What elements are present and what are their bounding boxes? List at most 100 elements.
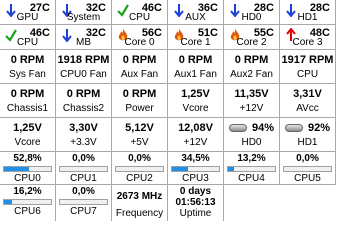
temp-label: GPU [16, 12, 39, 23]
temp-label: HD1 [297, 12, 318, 23]
reading-cell[interactable]: 3,31V AVcc [280, 84, 336, 117]
temp-cell[interactable]: 32C MB [56, 25, 112, 49]
reading-cell[interactable]: 92% HD1 [280, 118, 336, 151]
temp-cell[interactable]: 32C System [56, 0, 112, 24]
temp-label: MB [76, 37, 91, 48]
reading-value: 0 RPM [66, 88, 101, 100]
reading-label: Chassis2 [62, 103, 105, 114]
cpu-load-value: 0,0% [72, 186, 95, 197]
reading-cell[interactable]: 0 RPM Aux Fan [112, 50, 168, 83]
cpu-load-cell[interactable]: 0,0% CPU7 [56, 185, 112, 221]
reading-label: HD1 [297, 137, 318, 148]
temp-cell[interactable]: 36C AUX [168, 0, 224, 24]
reading-value: 1918 RPM [57, 54, 110, 66]
reading-cell[interactable]: 5,12V +5V [112, 118, 168, 151]
cpu-load-bar-fill [4, 200, 12, 204]
reading-value: 1917 RPM [281, 54, 334, 66]
cpu-label: CPU6 [14, 206, 41, 217]
cpu-load-value: 52,8% [13, 153, 42, 164]
temp-label: System [66, 12, 101, 23]
reading-cell[interactable]: 1917 RPM CPU [280, 50, 336, 83]
reading-cell[interactable]: 11,35V +12V [224, 84, 280, 117]
reading-cell[interactable]: 1918 RPM CPU0 Fan [56, 50, 112, 83]
disk-icon [285, 124, 303, 132]
temp-cell[interactable]: 28C HD1 [280, 0, 336, 24]
info-cell[interactable]: 2673 MHz Frequency [112, 185, 168, 221]
cpu-load-cell[interactable]: 0,0% CPU5 [280, 152, 336, 184]
frequency-value: 2673 MHz [116, 191, 163, 202]
cpu-load-cell[interactable]: 13,2% CPU4 [224, 152, 280, 184]
reading-label: Aux2 Fan [230, 69, 273, 80]
reading-value: 1,25V [181, 88, 210, 100]
reading-value: 5,12V [125, 122, 154, 134]
reading-row: 0 RPM Chassis1 0 RPM Chassis2 0 RPM Power 1,25… [0, 84, 336, 118]
temp-cell[interactable]: 28C HD0 [224, 0, 280, 24]
reading-value: 3,31V [293, 88, 322, 100]
reading-cell[interactable]: 0 RPM Power [112, 84, 168, 117]
reading-cell[interactable]: 0 RPM Sys Fan [0, 50, 56, 83]
temp-cell[interactable]: 27C GPU [0, 0, 56, 24]
cpu-load-cell[interactable]: 34,5% CPU3 [168, 152, 224, 184]
reading-label: Vcore [182, 103, 209, 114]
temp-row: 27C GPU 32C System 46C CPU 36C AUX 28C HD0 28C HD1 [0, 0, 336, 25]
cpu-load-bar [227, 166, 276, 172]
cpu-label: CPU2 [126, 173, 153, 184]
temp-cell[interactable]: 46C CPU [112, 0, 168, 24]
cpu-load-cell[interactable]: 0,0% CPU1 [56, 152, 112, 184]
temp-label: Core 2 [236, 37, 267, 48]
cpu-load-bar [283, 166, 332, 172]
temp-cell[interactable]: 46C CPU [0, 25, 56, 49]
reading-label: Sys Fan [9, 69, 46, 80]
temp-cell[interactable]: 55C Core 2 [224, 25, 280, 49]
cpu-load-cell[interactable]: 16,2% CPU6 [0, 185, 56, 221]
uptime-label: Uptime [179, 208, 212, 219]
disk-value: 92% [307, 122, 330, 134]
reading-label: Chassis1 [6, 103, 49, 114]
reading-cell[interactable]: 12,08V +12V [168, 118, 224, 151]
reading-cell[interactable]: 1,25V Vcore [168, 84, 224, 117]
uptime-value: 0 days 01:56:13 [175, 186, 216, 208]
reading-value: 3,30V [69, 122, 98, 134]
reading-label: CPU [296, 69, 319, 80]
sensor-grid: 27C GPU 32C System 46C CPU 36C AUX 28C HD0 28C HD1 4… [0, 0, 336, 221]
reading-row: 1,25V Vcore 3,30V +3.3V 5,12V +5V 12,08V +12V 94… [0, 118, 336, 152]
cpu-load-bar [3, 166, 52, 172]
reading-value: 0 RPM [122, 54, 157, 66]
cpu-label: CPU5 [294, 173, 321, 184]
cpu-load-bar-fill [228, 167, 235, 171]
cpu-load-bar [171, 166, 220, 172]
temp-cell[interactable]: 48C Core 3 [280, 25, 336, 49]
temp-label: CPU [128, 12, 151, 23]
cpu-label: CPU0 [14, 173, 41, 184]
reading-label: CPU0 Fan [60, 69, 107, 80]
cpu-load-bar-fill [172, 167, 189, 171]
reading-value: 1,25V [13, 122, 42, 134]
reading-cell[interactable]: 0 RPM Aux2 Fan [224, 50, 280, 83]
reading-value: 12,08V [178, 122, 213, 134]
reading-cell[interactable]: 3,30V +3.3V [56, 118, 112, 151]
cpu-label: CPU7 [70, 206, 97, 217]
cpu-load-cell[interactable]: 0,0% CPU2 [112, 152, 168, 184]
reading-cell[interactable]: 0 RPM Chassis1 [0, 84, 56, 117]
info-cell[interactable]: 0 days 01:56:13 Uptime [168, 185, 224, 221]
temp-label: CPU [16, 37, 39, 48]
cpu-load-value: 0,0% [296, 153, 319, 164]
reading-cell[interactable]: 0 RPM Aux1 Fan [168, 50, 224, 83]
system-monitor-panel: 27C GPU 32C System 46C CPU 36C AUX 28C HD0 28C HD1 4… [0, 0, 338, 250]
cpu-load-row: 52,8% CPU0 0,0% CPU1 0,0% CPU2 34,5% CPU3 13,2% C… [0, 152, 336, 185]
reading-label: +5V [130, 137, 149, 148]
cpu-load-value: 13,2% [237, 153, 266, 164]
reading-cell[interactable]: 0 RPM Chassis2 [56, 84, 112, 117]
cpu-load-cell[interactable]: 52,8% CPU0 [0, 152, 56, 184]
cpu-load-bar [59, 166, 108, 172]
reading-label: AVcc [296, 103, 319, 114]
cpu-load-bar-fill [4, 167, 29, 171]
reading-cell[interactable]: 94% HD0 [224, 118, 280, 151]
reading-label: +12V [183, 137, 208, 148]
temp-label: AUX [185, 12, 206, 23]
temp-label: Core 1 [180, 37, 211, 48]
temp-cell[interactable]: 56C Core 0 [112, 25, 168, 49]
disk-icon [229, 124, 247, 132]
temp-cell[interactable]: 51C Core 1 [168, 25, 224, 49]
reading-cell[interactable]: 1,25V Vcore [0, 118, 56, 151]
